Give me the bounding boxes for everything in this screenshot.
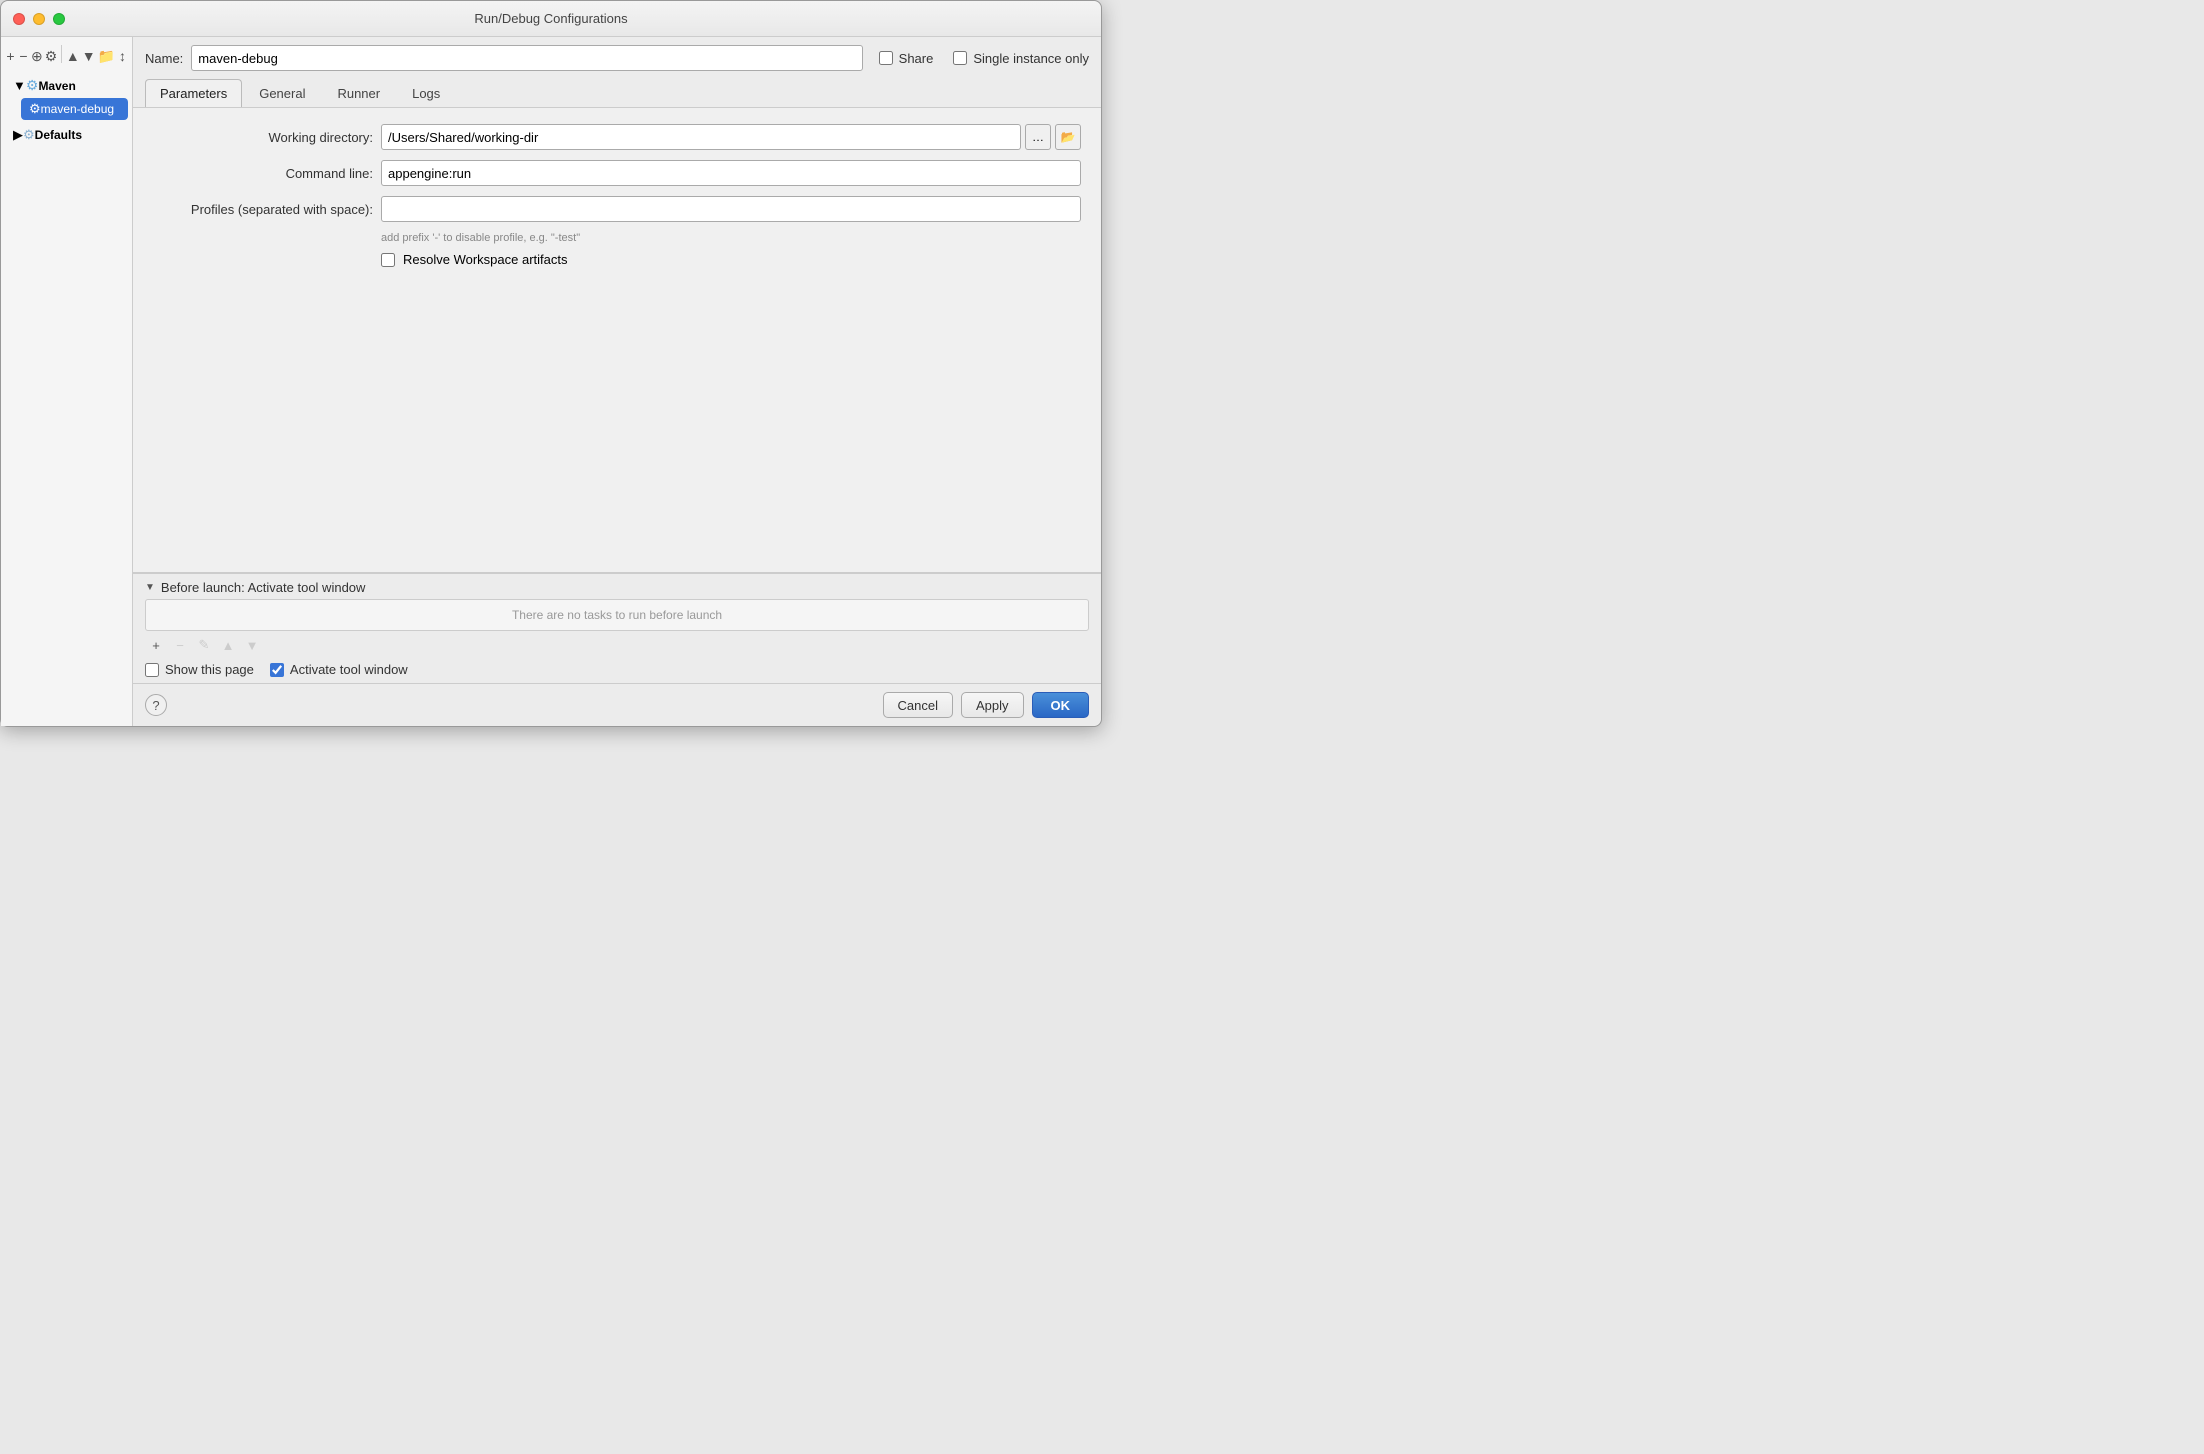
apply-button[interactable]: Apply bbox=[961, 692, 1024, 718]
right-panel: Name: Share Single instance only Paramet… bbox=[133, 37, 1101, 726]
folder-button[interactable]: 📁 bbox=[98, 45, 115, 67]
copy-config-button[interactable]: ⊕ bbox=[31, 45, 43, 67]
defaults-arrow-icon: ▶ bbox=[13, 127, 23, 143]
activate-tool-checkbox[interactable] bbox=[270, 663, 284, 677]
tab-general[interactable]: General bbox=[244, 79, 320, 107]
maven-debug-icon: ⚙ bbox=[29, 101, 41, 117]
sidebar-item-maven[interactable]: ▼ ⚙ Maven bbox=[5, 74, 128, 97]
resolve-artifacts-label: Resolve Workspace artifacts bbox=[403, 252, 568, 267]
profiles-hint: add prefix '-' to disable profile, e.g. … bbox=[381, 232, 1081, 244]
share-checkbox[interactable] bbox=[879, 51, 893, 65]
single-instance-label: Single instance only bbox=[973, 51, 1089, 66]
browse-folder-button[interactable]: 📂 bbox=[1055, 124, 1081, 150]
before-launch-toolbar: + − ✎ ▲ ▼ bbox=[145, 634, 1089, 656]
show-page-option: Show this page bbox=[145, 662, 254, 677]
maven-arrow-icon: ▼ bbox=[13, 78, 26, 93]
sidebar-maven-debug-label: maven-debug bbox=[41, 102, 114, 116]
command-line-row: Command line: bbox=[153, 160, 1081, 186]
single-instance-area: Single instance only bbox=[953, 51, 1089, 66]
sidebar-defaults-label: Defaults bbox=[35, 128, 82, 142]
working-directory-input[interactable] bbox=[381, 124, 1021, 150]
sidebar: + − ⊕ ⚙ ▲ ▼ 📁 ↕ ▼ ⚙ Maven ⚙ maven-debug bbox=[1, 37, 133, 726]
config-panel: Working directory: … 📂 Command line: bbox=[133, 108, 1101, 573]
activate-tool-label: Activate tool window bbox=[290, 662, 408, 677]
before-launch-title: Before launch: Activate tool window bbox=[161, 580, 366, 595]
title-bar: Run/Debug Configurations bbox=[1, 1, 1101, 37]
tab-logs[interactable]: Logs bbox=[397, 79, 455, 107]
share-label: Share bbox=[899, 51, 934, 66]
maven-gear-icon: ⚙ bbox=[26, 77, 39, 94]
traffic-lights bbox=[13, 13, 65, 25]
profiles-row: Profiles (separated with space): bbox=[153, 196, 1081, 222]
maximize-button[interactable] bbox=[53, 13, 65, 25]
bl-add-button[interactable]: + bbox=[145, 634, 167, 656]
profiles-label: Profiles (separated with space): bbox=[153, 202, 373, 217]
name-input[interactable] bbox=[191, 45, 862, 71]
settings-config-button[interactable]: ⚙ bbox=[45, 45, 58, 67]
bottom-bar: ? Cancel Apply OK bbox=[133, 683, 1101, 726]
show-page-label: Show this page bbox=[165, 662, 254, 677]
sidebar-item-maven-debug[interactable]: ⚙ maven-debug bbox=[21, 98, 128, 120]
resolve-artifacts-row: Resolve Workspace artifacts bbox=[381, 252, 1081, 267]
activate-tool-option: Activate tool window bbox=[270, 662, 408, 677]
name-label: Name: bbox=[145, 51, 183, 66]
working-directory-label: Working directory: bbox=[153, 130, 373, 145]
cancel-button[interactable]: Cancel bbox=[883, 692, 953, 718]
help-button[interactable]: ? bbox=[145, 694, 167, 716]
before-launch-header[interactable]: ▼ Before launch: Activate tool window bbox=[145, 580, 1089, 595]
move-up-button[interactable]: ▲ bbox=[66, 45, 80, 67]
show-page-checkbox[interactable] bbox=[145, 663, 159, 677]
before-launch-arrow-icon: ▼ bbox=[145, 582, 155, 593]
command-line-label: Command line: bbox=[153, 166, 373, 181]
single-instance-checkbox[interactable] bbox=[953, 51, 967, 65]
bl-remove-button[interactable]: − bbox=[169, 634, 191, 656]
working-directory-row: Working directory: … 📂 bbox=[153, 124, 1081, 150]
before-launch-section: ▼ Before launch: Activate tool window Th… bbox=[133, 573, 1101, 683]
ok-button[interactable]: OK bbox=[1032, 692, 1090, 718]
sort-button[interactable]: ↕ bbox=[117, 45, 128, 67]
window-title: Run/Debug Configurations bbox=[474, 11, 627, 26]
bl-edit-button[interactable]: ✎ bbox=[193, 634, 215, 656]
remove-config-button[interactable]: − bbox=[18, 45, 29, 67]
tab-parameters[interactable]: Parameters bbox=[145, 79, 242, 107]
add-config-button[interactable]: + bbox=[5, 45, 16, 67]
defaults-icon: ⚙ bbox=[23, 127, 35, 143]
browse-dots-button[interactable]: … bbox=[1025, 124, 1051, 150]
minimize-button[interactable] bbox=[33, 13, 45, 25]
before-launch-options: Show this page Activate tool window bbox=[145, 662, 1089, 677]
tabs-bar: Parameters General Runner Logs bbox=[133, 79, 1101, 108]
no-tasks-text: There are no tasks to run before launch bbox=[512, 608, 722, 622]
sidebar-maven-label: Maven bbox=[38, 79, 75, 93]
bl-down-button[interactable]: ▼ bbox=[241, 634, 263, 656]
command-line-input[interactable] bbox=[381, 160, 1081, 186]
folder-open-icon: 📂 bbox=[1061, 130, 1076, 144]
bl-up-button[interactable]: ▲ bbox=[217, 634, 239, 656]
before-launch-table: There are no tasks to run before launch bbox=[145, 599, 1089, 631]
share-area: Share bbox=[879, 51, 934, 66]
profiles-input[interactable] bbox=[381, 196, 1081, 222]
close-button[interactable] bbox=[13, 13, 25, 25]
move-down-button[interactable]: ▼ bbox=[82, 45, 96, 67]
resolve-artifacts-checkbox[interactable] bbox=[381, 253, 395, 267]
name-row: Name: Share Single instance only bbox=[133, 37, 1101, 79]
sidebar-item-defaults[interactable]: ▶ ⚙ Defaults bbox=[5, 124, 128, 146]
tab-runner[interactable]: Runner bbox=[322, 79, 395, 107]
